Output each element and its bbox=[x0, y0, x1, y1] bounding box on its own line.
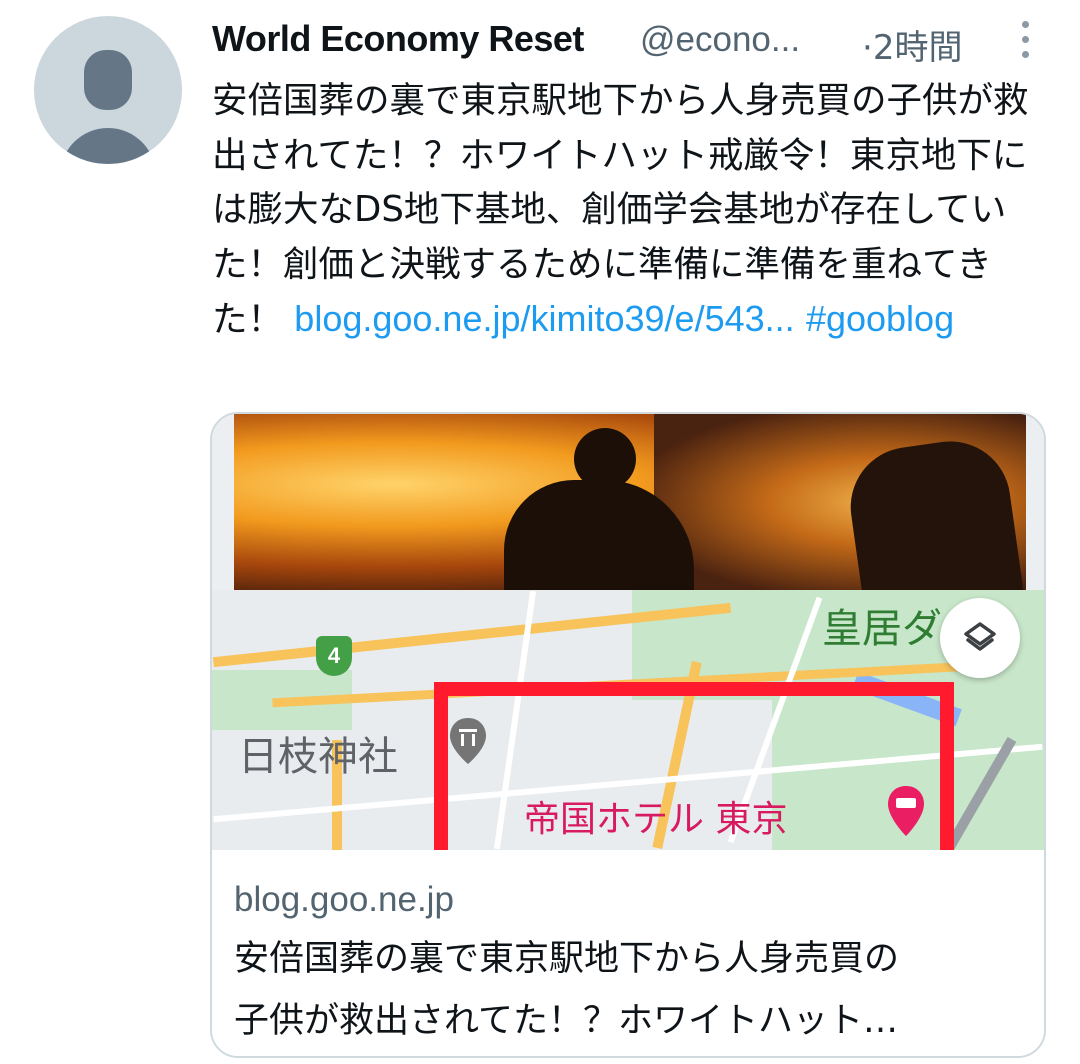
hotel-pin-icon bbox=[888, 786, 924, 836]
card-photo bbox=[234, 414, 1026, 590]
map-label-palace: 皇居ダ bbox=[822, 606, 942, 652]
time-value: 2時間 bbox=[872, 28, 963, 68]
card-map: 4 皇居ダ 日枝神社 帝国ホテル 東京 bbox=[212, 590, 1044, 850]
author-name[interactable]: World Economy Reset bbox=[212, 18, 584, 60]
tweet-header: World Economy Reset @econo... ·2時間 bbox=[212, 14, 1052, 70]
map-label-hotel: 帝国ホテル 東京 bbox=[524, 799, 788, 840]
tweet-text: 安倍国葬の裏で東京駅地下から人身売買の子供が救出されてた！？ホワイトハット戒厳令… bbox=[212, 74, 1052, 348]
tweet-link[interactable]: blog.goo.ne.jp/kimito39/e/543... bbox=[294, 298, 794, 339]
default-avatar-icon bbox=[84, 50, 132, 110]
author-avatar[interactable] bbox=[34, 16, 182, 164]
avatar-shoulders bbox=[60, 128, 156, 164]
time-separator: · bbox=[862, 28, 873, 68]
card-title-line: 安倍国葬の裏で東京駅地下から人身売買の bbox=[234, 939, 900, 979]
tweet-hashtag[interactable]: #gooblog bbox=[806, 298, 954, 339]
map-label-shrine: 日枝神社 bbox=[238, 734, 398, 780]
more-vertical-icon[interactable] bbox=[1014, 18, 1038, 62]
card-title-line: 子供が救出されてた！？ホワイトハット… bbox=[234, 1001, 898, 1041]
map-layers-button[interactable] bbox=[940, 598, 1020, 678]
link-preview-card[interactable]: 4 皇居ダ 日枝神社 帝国ホテル 東京 blog.goo.ne.jp 安倍国葬の… bbox=[210, 412, 1046, 1058]
card-footer[interactable]: blog.goo.ne.jp 安倍国葬の裏で東京駅地下から人身売買の 子供が救出… bbox=[212, 850, 1044, 1056]
card-title: 安倍国葬の裏で東京駅地下から人身売買の 子供が救出されてた！？ホワイトハット… bbox=[234, 928, 1024, 1052]
post-time[interactable]: ·2時間 bbox=[862, 20, 962, 69]
route-badge: 4 bbox=[316, 636, 352, 676]
card-domain: blog.goo.ne.jp bbox=[234, 880, 454, 919]
layers-icon bbox=[964, 622, 996, 651]
card-image[interactable]: 4 皇居ダ 日枝神社 帝国ホテル 東京 bbox=[212, 414, 1044, 850]
author-handle[interactable]: @econo... bbox=[640, 20, 800, 60]
